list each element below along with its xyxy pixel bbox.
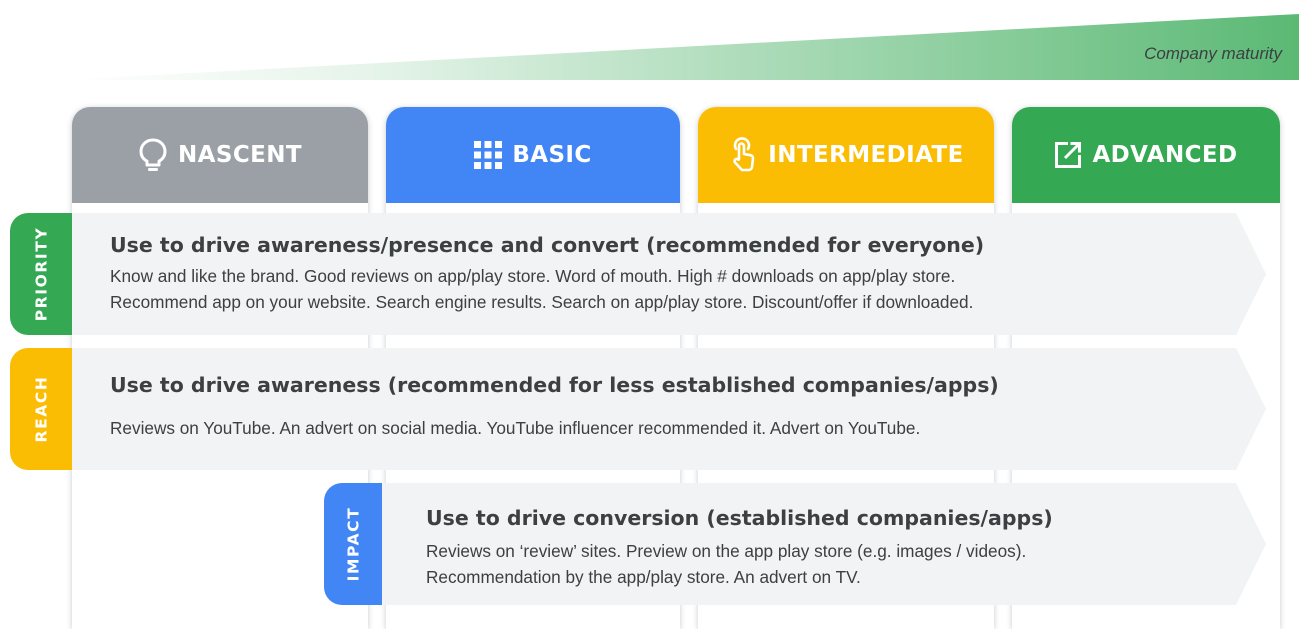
reach-tab: REACH bbox=[10, 348, 72, 470]
impact-line: Recommendation by the app/play store. An… bbox=[426, 567, 861, 587]
impact-line: Reviews on ‘review’ sites. Preview on th… bbox=[426, 541, 1027, 561]
stage-label-intermediate: INTERMEDIATE bbox=[768, 142, 964, 168]
stage-header-intermediate: INTERMEDIATE bbox=[698, 107, 994, 203]
grid-icon bbox=[474, 141, 503, 169]
maturity-wedge bbox=[60, 14, 1299, 80]
priority-line: Know and like the brand. Good reviews on… bbox=[110, 266, 956, 286]
stage-label-nascent: NASCENT bbox=[178, 142, 302, 168]
stage-header-basic: BASIC bbox=[386, 107, 680, 203]
lightbulb-icon bbox=[139, 138, 167, 171]
impact-description: Reviews on ‘review’ sites. Preview on th… bbox=[426, 538, 1026, 590]
touch-icon bbox=[733, 137, 755, 172]
impact-title: Use to drive conversion (established com… bbox=[426, 506, 1053, 530]
priority-tab: PRIORITY bbox=[10, 213, 72, 335]
priority-line: Recommend app on your website. Search en… bbox=[110, 292, 974, 312]
priority-description: Know and like the brand. Good reviews on… bbox=[110, 263, 973, 315]
stage-label-basic: BASIC bbox=[512, 142, 592, 168]
reach-band: Use to drive awareness (recommended for … bbox=[72, 348, 1266, 470]
priority-title: Use to drive awareness/presence and conv… bbox=[110, 233, 985, 257]
impact-tab: IMPACT bbox=[324, 483, 382, 605]
stage-label-advanced: ADVANCED bbox=[1092, 142, 1238, 168]
impact-band: Use to drive conversion (established com… bbox=[368, 483, 1266, 605]
reach-line: Reviews on YouTube. An advert on social … bbox=[110, 418, 921, 438]
reach-tab-label: REACH bbox=[32, 375, 50, 443]
impact-tab-label: IMPACT bbox=[344, 506, 362, 582]
maturity-label: Company maturity bbox=[1144, 44, 1282, 63]
stage-header-nascent: NASCENT bbox=[72, 107, 368, 203]
reach-description: Reviews on YouTube. An advert on social … bbox=[110, 415, 920, 441]
priority-band: Use to drive awareness/presence and conv… bbox=[72, 213, 1266, 335]
stage-header-advanced: ADVANCED bbox=[1012, 107, 1280, 203]
reach-title: Use to drive awareness (recommended for … bbox=[110, 373, 999, 397]
open-in-new-icon bbox=[1055, 142, 1082, 168]
priority-tab-label: PRIORITY bbox=[32, 226, 51, 322]
